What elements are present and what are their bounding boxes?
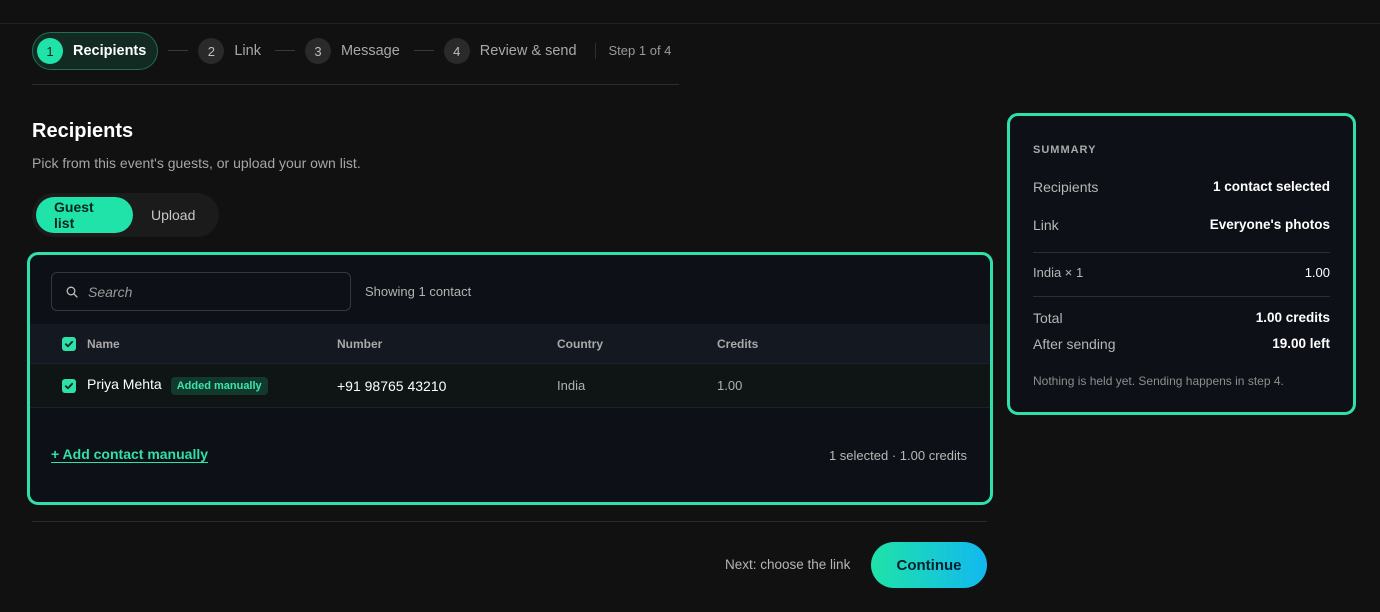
step-label: Recipients [73, 43, 147, 59]
table-header: Name Number Country Credits [30, 324, 990, 364]
summary-total-row: Total 1.00 credits [1033, 310, 1330, 326]
footer-divider [32, 521, 987, 522]
summary-country-label: India × 1 [1033, 265, 1084, 280]
source-toggle: Guest list Upload [32, 193, 219, 237]
search-input[interactable] [88, 283, 328, 300]
guest-list-tab[interactable]: Guest list [36, 197, 133, 233]
page-title: Recipients [32, 120, 134, 142]
added-manually-badge: Added manually [170, 376, 268, 395]
contact-number: +91 98765 43210 [337, 377, 447, 394]
summary-country-row: India × 1 1.00 [1033, 265, 1330, 280]
summary-note: Nothing is held yet. Sending happens in … [1033, 374, 1284, 388]
step-link[interactable]: 2 Link [198, 32, 265, 70]
summary-recipients-value: 1 contact selected [1212, 179, 1330, 194]
summary-link-row: Link Everyone's photos [1033, 217, 1330, 233]
select-all-checkbox[interactable] [62, 336, 76, 351]
contact-country: India [557, 378, 586, 393]
column-country[interactable]: Country [557, 337, 603, 351]
step-label: Link [234, 43, 261, 59]
summary-total-label: Total [1033, 310, 1063, 326]
contact-name-cell: Priya Mehta Added manually [87, 376, 268, 395]
summary-divider [1033, 252, 1330, 253]
column-number[interactable]: Number [337, 337, 382, 351]
summary-after-label: After sending [1033, 336, 1116, 352]
step-separator [168, 50, 189, 51]
column-name[interactable]: Name [87, 337, 120, 351]
summary-recipients-row: Recipients 1 contact selected [1033, 179, 1330, 195]
step-label: Review & send [479, 43, 577, 59]
summary-divider [1033, 296, 1330, 297]
column-credits[interactable]: Credits [717, 337, 758, 351]
summary-card: SUMMARY Recipients 1 contact selected Li… [1007, 113, 1356, 415]
step-label: Message [340, 43, 400, 59]
wizard-stepper: 1 Recipients 2 Link 3 Message 4 Review &… [32, 32, 679, 85]
selection-summary: 1 selected · 1.00 credits [828, 448, 967, 463]
upload-tab[interactable]: Upload [133, 197, 213, 233]
step-number: 1 [37, 38, 63, 64]
summary-link-value: Everyone's photos [1209, 217, 1330, 232]
search-box[interactable] [51, 272, 351, 311]
next-step-hint: Next: choose the link [725, 557, 851, 572]
continue-button[interactable]: Continue [871, 542, 987, 588]
step-separator [413, 50, 434, 51]
check-icon [64, 340, 74, 347]
step-review-send[interactable]: 4 Review & send [443, 32, 581, 70]
add-contact-link[interactable]: + Add contact manually [51, 446, 208, 462]
contact-credits: 1.00 [717, 378, 743, 393]
page-subtitle: Pick from this event's guests, or upload… [32, 155, 361, 171]
summary-link-label: Link [1033, 217, 1059, 233]
step-number: 3 [304, 38, 331, 64]
step-number: 2 [198, 38, 225, 64]
step-recipients[interactable]: 1 Recipients [32, 32, 159, 70]
top-bar [0, 0, 1380, 24]
summary-recipients-label: Recipients [1033, 179, 1099, 195]
summary-after-row: After sending 19.00 left [1033, 336, 1330, 352]
step-message[interactable]: 3 Message [304, 32, 404, 70]
row-checkbox[interactable] [62, 378, 76, 393]
check-icon [64, 382, 74, 389]
step-counter: Step 1 of 4 [594, 43, 671, 59]
summary-country-value: 1.00 [1304, 265, 1330, 280]
summary-heading: SUMMARY [1033, 144, 1097, 156]
showing-count: Showing 1 contact [365, 284, 472, 299]
summary-after-value: 19.00 left [1272, 336, 1330, 351]
summary-total-value: 1.00 credits [1255, 310, 1330, 325]
step-separator [274, 50, 295, 51]
recipients-panel: Showing 1 contact Name Number Country Cr… [27, 252, 993, 505]
contact-name: Priya Mehta [87, 376, 162, 393]
table-row[interactable]: Priya Mehta Added manually +91 98765 4321… [30, 364, 990, 408]
step-number: 4 [443, 38, 470, 64]
search-icon [66, 286, 78, 298]
